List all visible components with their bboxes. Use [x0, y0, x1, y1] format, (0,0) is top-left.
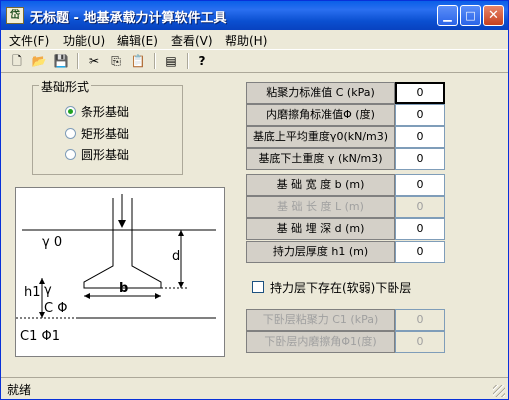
- paste-icon[interactable]: 📋: [129, 52, 147, 70]
- load-arrow-head: [118, 220, 126, 228]
- gamma0-label: γ 0: [42, 235, 62, 250]
- radio-icon[interactable]: [65, 148, 76, 160]
- open-folder-icon[interactable]: 📂: [30, 52, 48, 70]
- foundation-diagram: γ 0 d h1 γ C Φ b C1 Φ1: [15, 187, 225, 357]
- cut-icon[interactable]: ✂: [85, 52, 103, 70]
- radio-rectangular-foundation[interactable]: 矩形基础: [65, 125, 129, 141]
- unit-weight-below-input[interactable]: 0: [395, 148, 445, 170]
- bearing-layer-thickness-label: 持力层厚度 h1 (m): [246, 241, 395, 263]
- weak-layer-friction-label: 下卧层内磨擦角Φ1(度): [246, 331, 395, 353]
- gamma-label: γ: [44, 283, 52, 298]
- minimize-button[interactable]: ▁: [437, 5, 458, 26]
- toolbar-separator: [154, 53, 156, 69]
- toolbar: 🗋 📂 💾 ✂ ⎘ 📋 ▤ ?: [1, 49, 508, 73]
- radio-checked-icon[interactable]: [65, 105, 76, 117]
- calculate-icon[interactable]: ▤: [162, 52, 180, 70]
- weak-layer-checkbox-label: 持力层下存在(软弱)下卧层: [270, 280, 412, 295]
- new-file-icon[interactable]: 🗋: [8, 52, 26, 70]
- menu-bar: 文件(F) 功能(U) 编辑(E) 查看(V) 帮助(H): [1, 30, 508, 49]
- friction-angle-input[interactable]: 0: [395, 104, 445, 126]
- app-icon: 岱: [6, 7, 24, 24]
- toolbar-separator: [77, 53, 79, 69]
- menu-file[interactable]: 文件(F): [9, 32, 49, 49]
- help-icon[interactable]: ?: [193, 52, 211, 70]
- radio-label: 条形基础: [81, 104, 130, 119]
- main-window: 岱 无标题 - 地基承载力计算软件工具 ▁ □ ✕ 文件(F) 功能(U) 编辑…: [0, 0, 509, 400]
- width-arrow-left: [84, 293, 90, 299]
- radio-strip-foundation[interactable]: 条形基础: [65, 103, 129, 119]
- depth-arrow-top: [178, 230, 184, 236]
- embedment-depth-input[interactable]: 0: [395, 218, 445, 240]
- cohesion-label: 粘聚力标准值 C (kPa): [246, 82, 395, 104]
- cohesion-input[interactable]: 0: [395, 82, 445, 104]
- weak-layer-cohesion-input: 0: [395, 309, 445, 331]
- foundation-width-label: 基 础 宽 度 b (m): [246, 174, 395, 196]
- copy-icon[interactable]: ⎘: [107, 52, 125, 70]
- foundation-length-label: 基 础 长 度 L (m): [246, 196, 395, 218]
- unit-weight-above-label: 基底上平均重度γ0(kN/m3): [246, 126, 395, 148]
- radio-icon[interactable]: [65, 127, 76, 139]
- weak-layer-checkbox-row[interactable]: 持力层下存在(软弱)下卧层: [252, 279, 411, 295]
- friction-angle-label: 内磨擦角标准值Φ (度): [246, 104, 395, 126]
- radio-circular-foundation[interactable]: 圆形基础: [65, 146, 129, 162]
- menu-help[interactable]: 帮助(H): [225, 32, 267, 49]
- embedment-depth-label: 基 础 埋 深 d (m): [246, 218, 395, 240]
- width-arrow-right: [155, 293, 161, 299]
- maximize-button[interactable]: □: [460, 5, 481, 26]
- foundation-diagram-svg: γ 0 d h1 γ C Φ b C1 Φ1: [16, 194, 216, 344]
- title-bar[interactable]: 岱 无标题 - 地基承载力计算软件工具 ▁ □ ✕: [1, 1, 508, 30]
- radio-label: 矩形基础: [81, 126, 130, 141]
- weak-layer-cohesion-label: 下卧层粘聚力 C1 (kPa): [246, 309, 395, 331]
- toolbar-separator: [187, 53, 189, 69]
- menu-edit[interactable]: 编辑(E): [117, 32, 158, 49]
- menu-function[interactable]: 功能(U): [63, 32, 105, 49]
- bearing-layer-thickness-input[interactable]: 0: [395, 241, 445, 263]
- foundation-width-input[interactable]: 0: [395, 174, 445, 196]
- c-phi-label: C Φ: [44, 301, 67, 316]
- width-label: b: [119, 281, 128, 296]
- save-icon[interactable]: 💾: [52, 52, 70, 70]
- close-button[interactable]: ✕: [483, 5, 504, 26]
- foundation-type-title: 基础形式: [39, 78, 92, 95]
- depth-arrow-bottom: [178, 282, 184, 288]
- menu-view[interactable]: 查看(V): [171, 32, 213, 49]
- status-text: 就绪: [7, 383, 32, 397]
- c1-phi1-label: C1 Φ1: [20, 329, 60, 344]
- unit-weight-below-label: 基底下土重度 γ (kN/m3): [246, 148, 395, 170]
- status-bar: 就绪: [1, 377, 508, 399]
- resize-grip-icon[interactable]: [493, 385, 505, 397]
- h1-label: h1: [24, 285, 41, 300]
- foundation-length-input: 0: [395, 196, 445, 218]
- weak-layer-checkbox[interactable]: [252, 281, 264, 293]
- depth-label: d: [172, 249, 180, 264]
- radio-label: 圆形基础: [81, 147, 130, 162]
- weak-layer-friction-input: 0: [395, 331, 445, 353]
- window-title: 无标题 - 地基承载力计算软件工具: [30, 11, 227, 26]
- unit-weight-above-input[interactable]: 0: [395, 126, 445, 148]
